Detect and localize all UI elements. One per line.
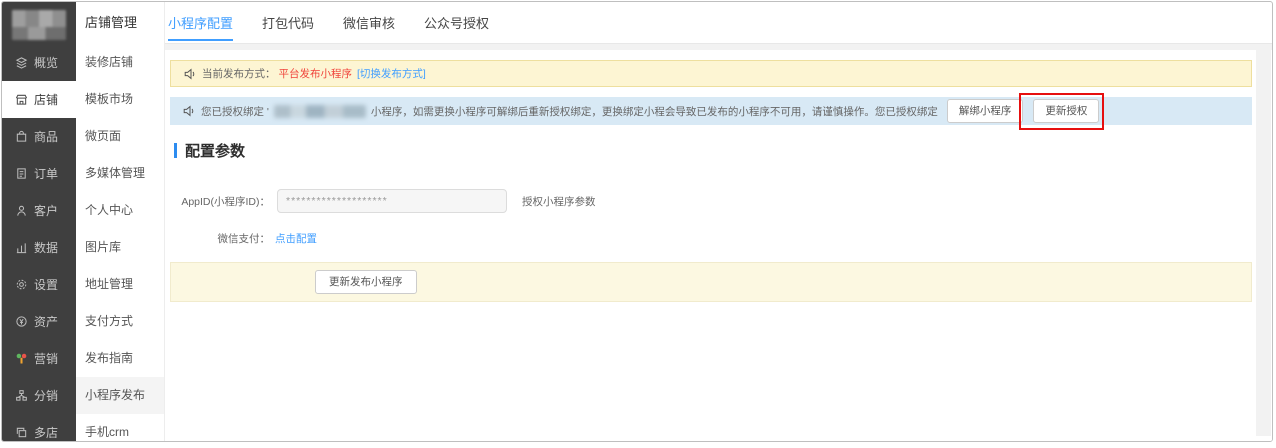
tab-bar: 小程序配置 打包代码 微信审核 公众号授权 <box>165 2 1272 44</box>
bar-chart-icon <box>15 241 28 254</box>
tab-official-account-auth[interactable]: 公众号授权 <box>424 2 489 43</box>
app-window: 概览 店铺 商品 订单 客户 数据 设置 资产 营销 分销 多店 店铺管理 装修… <box>1 1 1273 442</box>
sidebar-item-label: 概览 <box>34 56 59 70</box>
bind-notice-text-before: 您已授权绑定 ' <box>201 105 269 118</box>
update-publish-button[interactable]: 更新发布小程序 <box>315 269 417 295</box>
tab-miniprogram-config[interactable]: 小程序配置 <box>168 2 234 43</box>
sidebar-item-label: 商品 <box>34 130 59 144</box>
publish-action-bar: 更新发布小程序 <box>170 262 1252 302</box>
sidebar-item-label: 分销 <box>34 389 59 403</box>
sidebar-item-label: 资产 <box>34 315 59 329</box>
sidebar-item-label: 店铺 <box>34 93 59 107</box>
menu-item-media-management[interactable]: 多媒体管理 <box>76 155 164 192</box>
section-title-config: 配置参数 <box>174 140 1252 161</box>
sidebar-item-label: 营销 <box>34 352 59 366</box>
menu-item-payment-method[interactable]: 支付方式 <box>76 303 164 340</box>
tab-wechat-review[interactable]: 微信审核 <box>343 2 395 43</box>
sidebar-item-orders[interactable]: 订单 <box>2 155 76 192</box>
sidebar-item-shop[interactable]: 店铺 <box>2 81 76 118</box>
publish-mode-label: 当前发布方式： <box>202 68 276 80</box>
tab-package-code[interactable]: 打包代码 <box>262 2 314 43</box>
sidebar-item-distribution[interactable]: 分销 <box>2 377 76 414</box>
order-icon <box>15 167 28 180</box>
menu-item-decorate-shop[interactable]: 装修店铺 <box>76 44 164 81</box>
main-panel: 当前发布方式： 平台发布小程序 [切换发布方式] 您已授权绑定 ' 小程序，如需… <box>165 44 1272 441</box>
overview-icon <box>15 56 28 69</box>
switch-publish-mode-link[interactable]: [切换发布方式] <box>357 66 426 81</box>
sidebar-item-data[interactable]: 数据 <box>2 229 76 266</box>
content-area: 小程序配置 打包代码 微信审核 公众号授权 当前发布方式： 平台发布小程序 [切… <box>165 2 1272 441</box>
sidebar-item-goods[interactable]: 商品 <box>2 118 76 155</box>
section-title-text: 配置参数 <box>185 143 246 160</box>
sidebar-item-label: 多店 <box>34 426 59 440</box>
sidebar-item-label: 订单 <box>34 167 59 181</box>
secondary-sidebar-title: 店铺管理 <box>85 15 138 30</box>
sidebar-item-assets[interactable]: 资产 <box>2 303 76 340</box>
wechat-pay-config-link[interactable]: 点击配置 <box>275 231 317 246</box>
sidebar-item-label: 客户 <box>34 204 59 218</box>
wechat-pay-row: 微信支付： 点击配置 <box>170 231 1252 246</box>
unbind-miniprogram-button[interactable]: 解绑小程序 <box>946 98 1024 124</box>
section-accent-bar <box>174 143 177 158</box>
menu-item-template-market[interactable]: 模板市场 <box>76 81 164 118</box>
distribution-icon <box>15 389 28 402</box>
update-auth-button[interactable]: 更新授权 <box>1033 98 1100 124</box>
appid-hint: 授权小程序参数 <box>522 195 596 208</box>
publish-mode-notice: 当前发布方式： 平台发布小程序 [切换发布方式] <box>170 60 1252 87</box>
appid-label: AppID(小程序ID)： <box>181 195 270 208</box>
menu-item-miniprogram-publish[interactable]: 小程序发布 <box>76 377 164 414</box>
app-logo <box>12 10 66 40</box>
menu-item-personal-center[interactable]: 个人中心 <box>76 192 164 229</box>
sidebar-item-label: 数据 <box>34 241 59 255</box>
menu-item-address-management[interactable]: 地址管理 <box>76 266 164 303</box>
publish-mode-value: 平台发布小程序 <box>278 68 353 80</box>
appid-input[interactable] <box>277 189 507 213</box>
right-gutter <box>1256 50 1271 436</box>
shop-icon <box>15 93 28 106</box>
speaker-icon <box>184 68 196 80</box>
customer-icon <box>15 204 28 217</box>
multistore-icon <box>15 426 28 439</box>
bind-notice-text-after: 小程序，如需更换小程序可解绑后重新授权绑定，更换绑定小程会导致已发布的小程序不可… <box>370 105 938 118</box>
appid-row: AppID(小程序ID)： 授权小程序参数 <box>170 189 1252 213</box>
sidebar-item-multistore[interactable]: 多店 <box>2 414 76 441</box>
gear-icon <box>15 278 28 291</box>
sidebar-item-label: 设置 <box>34 278 59 292</box>
bind-notice: 您已授权绑定 ' 小程序，如需更换小程序可解绑后重新授权绑定，更换绑定小程会导致… <box>170 92 1252 131</box>
menu-item-micro-page[interactable]: 微页面 <box>76 118 164 155</box>
assets-icon <box>15 315 28 328</box>
sidebar-item-settings[interactable]: 设置 <box>2 266 76 303</box>
speaker-icon <box>183 105 195 117</box>
wechat-pay-label: 微信支付： <box>217 233 271 245</box>
bound-miniprogram-name-redacted <box>273 104 366 118</box>
menu-item-image-library[interactable]: 图片库 <box>76 229 164 266</box>
marketing-icon <box>15 352 28 365</box>
goods-icon <box>15 130 28 143</box>
primary-sidebar: 概览 店铺 商品 订单 客户 数据 设置 资产 营销 分销 多店 <box>2 2 76 441</box>
sidebar-item-customers[interactable]: 客户 <box>2 192 76 229</box>
secondary-sidebar: 店铺管理 装修店铺 模板市场 微页面 多媒体管理 个人中心 图片库 地址管理 支… <box>76 2 165 441</box>
sidebar-item-overview[interactable]: 概览 <box>2 44 76 81</box>
menu-item-publish-guide[interactable]: 发布指南 <box>76 340 164 377</box>
menu-item-mobile-crm[interactable]: 手机crm <box>76 414 164 441</box>
sidebar-item-marketing[interactable]: 营销 <box>2 340 76 377</box>
